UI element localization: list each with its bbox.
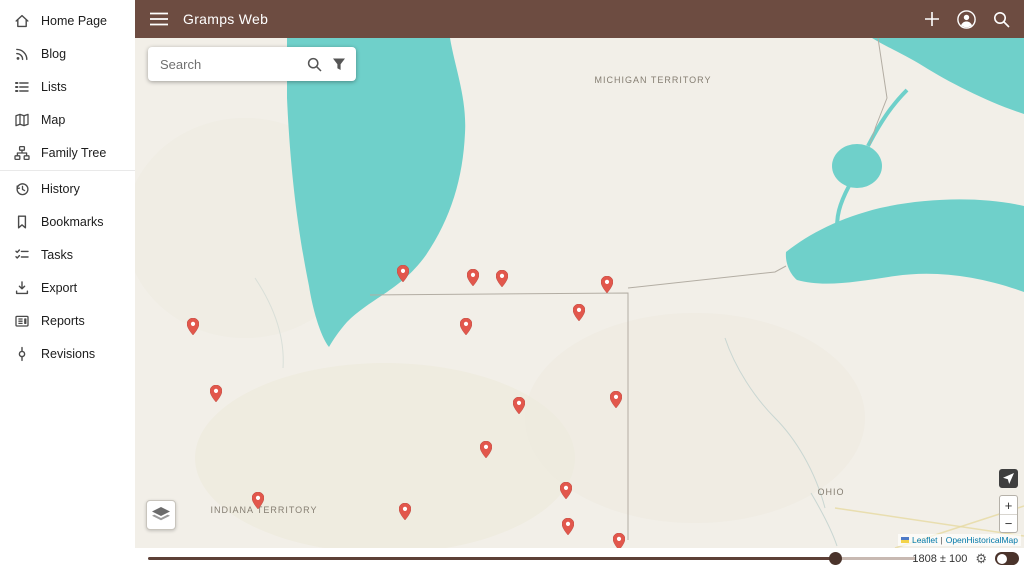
map-pin[interactable] [513, 397, 525, 414]
family-tree-icon [14, 145, 30, 161]
commit-icon [14, 346, 30, 362]
sidebar-item-export[interactable]: Export [0, 271, 135, 304]
sidebar-item-tasks[interactable]: Tasks [0, 238, 135, 271]
map-search-card [148, 47, 356, 81]
timeline-controls: 1808 ± 100 ⚙ [912, 552, 1019, 565]
layers-icon [152, 507, 170, 523]
sidebar-item-revisions[interactable]: Revisions [0, 337, 135, 370]
menu-hamburger-icon[interactable] [150, 12, 168, 26]
map-pin[interactable] [560, 482, 572, 499]
map-pin[interactable] [460, 318, 472, 335]
sidebar-item-label: Bookmarks [41, 215, 104, 229]
toggle-knob [997, 554, 1007, 564]
map-search-input[interactable] [160, 57, 297, 72]
map-icon [14, 112, 30, 128]
sidebar-item-label: Revisions [41, 347, 95, 361]
map-pin[interactable] [496, 270, 508, 287]
map-pin[interactable] [601, 276, 613, 293]
timeline-settings-gear-icon[interactable]: ⚙ [975, 552, 987, 565]
sidebar-item-label: Export [41, 281, 77, 295]
map-provider-link[interactable]: OpenHistoricalMap [946, 535, 1018, 545]
map-pin[interactable] [397, 265, 409, 282]
sidebar-item-history[interactable]: History [0, 172, 135, 205]
leaflet-link[interactable]: Leaflet [912, 535, 938, 545]
sidebar-item-label: Reports [41, 314, 85, 328]
search-icon[interactable] [993, 11, 1010, 28]
checklist-icon [14, 247, 30, 263]
zoom-out-button[interactable]: − [1000, 514, 1017, 532]
zoom-control: + − [999, 495, 1018, 533]
map-pin[interactable] [252, 492, 264, 509]
report-icon [14, 313, 30, 329]
zoom-in-button[interactable]: + [1000, 496, 1017, 514]
timeline-slider-handle[interactable] [829, 552, 842, 565]
sidebar-item-lists[interactable]: Lists [0, 70, 135, 103]
home-icon [14, 13, 30, 29]
map-label-ohio: OHIO [817, 487, 844, 497]
map-pin[interactable] [210, 385, 222, 402]
leaflet-flag-icon [901, 537, 909, 543]
map-label-indiana-territory: INDIANA TERRITORY [210, 505, 317, 515]
timeline-toggle[interactable] [995, 552, 1019, 565]
sidebar-item-label: History [41, 182, 80, 196]
map-label-michigan-territory: MICHIGAN TERRITORY [594, 75, 711, 85]
account-circle-icon[interactable] [957, 10, 976, 29]
attribution-separator: | [941, 535, 943, 545]
timeline-year-label: 1808 ± 100 [912, 553, 967, 565]
map-pin[interactable] [480, 441, 492, 458]
navigation-arrow-icon [1003, 473, 1014, 484]
sidebar-item-label: Lists [41, 80, 67, 94]
map-pin[interactable] [187, 318, 199, 335]
sidebar-item-bookmarks[interactable]: Bookmarks [0, 205, 135, 238]
map-pin[interactable] [613, 533, 625, 548]
sidebar-item-label: Tasks [41, 248, 73, 262]
sidebar-divider [0, 170, 135, 171]
timeline-bar: 1808 ± 100 ⚙ [135, 548, 1024, 572]
map-pin[interactable] [562, 518, 574, 535]
list-icon [14, 79, 30, 95]
map-pin[interactable] [573, 304, 585, 321]
locate-me-button[interactable] [999, 469, 1018, 488]
history-clock-icon [14, 181, 30, 197]
download-icon [14, 280, 30, 296]
sidebar-item-reports[interactable]: Reports [0, 304, 135, 337]
map-pin[interactable] [467, 269, 479, 286]
header-actions [924, 10, 1010, 29]
sidebar-item-label: Map [41, 113, 65, 127]
sidebar-item-label: Family Tree [41, 146, 106, 160]
app-header: Gramps Web [135, 0, 1024, 38]
rss-icon [14, 46, 30, 62]
map-pin[interactable] [610, 391, 622, 408]
sidebar: Home Page Blog Lists Map Family Tree His… [0, 0, 135, 572]
timeline-slider-remainder [835, 557, 916, 560]
map-tiles [135, 38, 1024, 548]
sidebar-item-blog[interactable]: Blog [0, 37, 135, 70]
map-canvas[interactable]: MICHIGAN TERRITORY INDIANA TERRITORY OHI… [135, 38, 1024, 548]
timeline-slider[interactable] [148, 557, 916, 560]
sidebar-item-label: Home Page [41, 14, 107, 28]
sidebar-item-map[interactable]: Map [0, 103, 135, 136]
sidebar-item-family-tree[interactable]: Family Tree [0, 136, 135, 169]
search-icon[interactable] [307, 57, 322, 72]
sidebar-item-label: Blog [41, 47, 66, 61]
bookmark-icon [14, 214, 30, 230]
add-icon[interactable] [924, 11, 940, 27]
layers-control[interactable] [146, 500, 176, 530]
map-attribution: Leaflet | OpenHistoricalMap [898, 534, 1021, 546]
map-pin[interactable] [399, 503, 411, 520]
app-title: Gramps Web [183, 11, 268, 27]
sidebar-item-home-page[interactable]: Home Page [0, 4, 135, 37]
filter-funnel-icon[interactable] [332, 58, 346, 71]
